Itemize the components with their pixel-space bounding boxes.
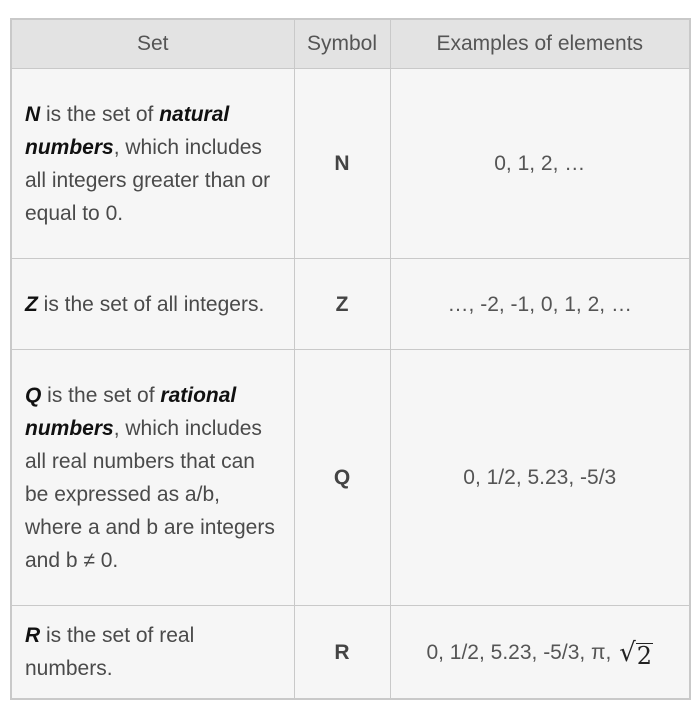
- set-name: Q: [25, 383, 42, 407]
- set-text: is the set of: [41, 383, 161, 407]
- set-examples: 0, 1, 2, …: [389, 68, 689, 259]
- set-text: is the set of all integers.: [37, 292, 265, 316]
- number-sets-table: Set Symbol Examples of elements N is the…: [10, 18, 691, 700]
- set-name: Z: [25, 292, 38, 316]
- set-text: is the set of: [40, 102, 160, 126]
- column-header-symbol: Symbol: [293, 20, 391, 69]
- set-name: N: [25, 102, 41, 126]
- column-header-examples: Examples of elements: [389, 20, 689, 69]
- radical-sign: √: [619, 637, 636, 668]
- set-symbol: R: [293, 605, 391, 698]
- set-name: R: [25, 624, 41, 647]
- table-row: N is the set of natural numbers, which i…: [12, 68, 689, 259]
- square-root-expression: √ 2: [619, 637, 654, 670]
- set-examples: …, -2, -1, 0, 1, 2, …: [389, 258, 689, 350]
- table-row: Q is the set of rational numbers, which …: [12, 349, 689, 606]
- radicand: 2: [635, 641, 654, 670]
- table-row: Z is the set of all integers. Z …, -2, -…: [12, 258, 689, 350]
- set-text: is the set of real numbers.: [25, 624, 195, 680]
- examples-text: 0, 1/2, 5.23, -5/3, π,: [426, 640, 618, 664]
- set-symbol: Z: [293, 258, 391, 350]
- column-header-set: Set: [12, 20, 295, 69]
- table: Set Symbol Examples of elements N is the…: [12, 20, 689, 698]
- header-row: Set Symbol Examples of elements: [12, 20, 689, 69]
- set-description: N is the set of natural numbers, which i…: [12, 68, 295, 259]
- set-examples: 0, 1/2, 5.23, -5/3, π, √ 2: [389, 605, 689, 698]
- set-description: Q is the set of rational numbers, which …: [12, 349, 295, 606]
- set-examples: 0, 1/2, 5.23, -5/3: [389, 349, 689, 606]
- table-row: R is the set of real numbers. R 0, 1/2, …: [12, 605, 689, 698]
- set-description: Z is the set of all integers.: [12, 258, 295, 350]
- set-symbol: N: [293, 68, 391, 259]
- set-symbol: Q: [293, 349, 391, 606]
- set-description: R is the set of real numbers.: [12, 605, 295, 698]
